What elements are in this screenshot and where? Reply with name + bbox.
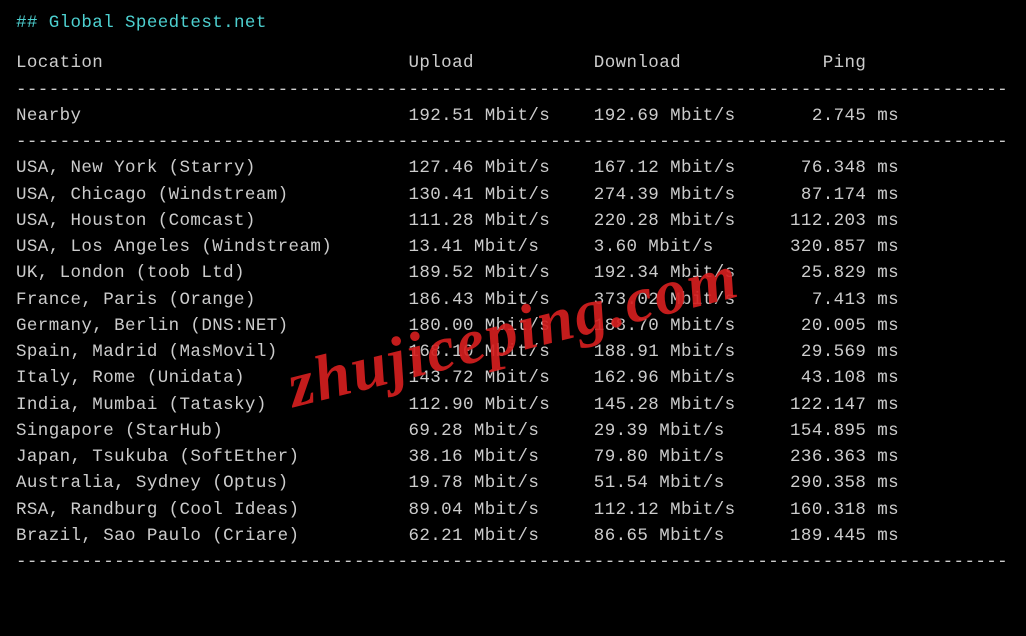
table-header: Location Upload Download Ping (16, 50, 1010, 76)
table-row: USA, Chicago (Windstream) 130.41 Mbit/s … (16, 182, 1010, 208)
table-row: RSA, Randburg (Cool Ideas) 89.04 Mbit/s … (16, 497, 1010, 523)
divider: ----------------------------------------… (16, 129, 1010, 155)
table-row: Germany, Berlin (DNS:NET) 180.00 Mbit/s … (16, 313, 1010, 339)
table-row: Spain, Madrid (MasMovil) 168.10 Mbit/s 1… (16, 339, 1010, 365)
table-row: Japan, Tsukuba (SoftEther) 38.16 Mbit/s … (16, 444, 1010, 470)
divider: ----------------------------------------… (16, 549, 1010, 575)
table-row: UK, London (toob Ltd) 189.52 Mbit/s 192.… (16, 260, 1010, 286)
table-row: USA, Houston (Comcast) 111.28 Mbit/s 220… (16, 208, 1010, 234)
nearby-row: Nearby 192.51 Mbit/s 192.69 Mbit/s 2.745… (16, 103, 1010, 129)
table-row: India, Mumbai (Tatasky) 112.90 Mbit/s 14… (16, 392, 1010, 418)
table-row: Australia, Sydney (Optus) 19.78 Mbit/s 5… (16, 470, 1010, 496)
divider: ----------------------------------------… (16, 77, 1010, 103)
page-title: ## Global Speedtest.net (16, 10, 1010, 36)
table-row: Singapore (StarHub) 69.28 Mbit/s 29.39 M… (16, 418, 1010, 444)
table-row: France, Paris (Orange) 186.43 Mbit/s 373… (16, 287, 1010, 313)
table-row: Brazil, Sao Paulo (Criare) 62.21 Mbit/s … (16, 523, 1010, 549)
table-row: USA, New York (Starry) 127.46 Mbit/s 167… (16, 155, 1010, 181)
table-row: USA, Los Angeles (Windstream) 13.41 Mbit… (16, 234, 1010, 260)
table-row: Italy, Rome (Unidata) 143.72 Mbit/s 162.… (16, 365, 1010, 391)
